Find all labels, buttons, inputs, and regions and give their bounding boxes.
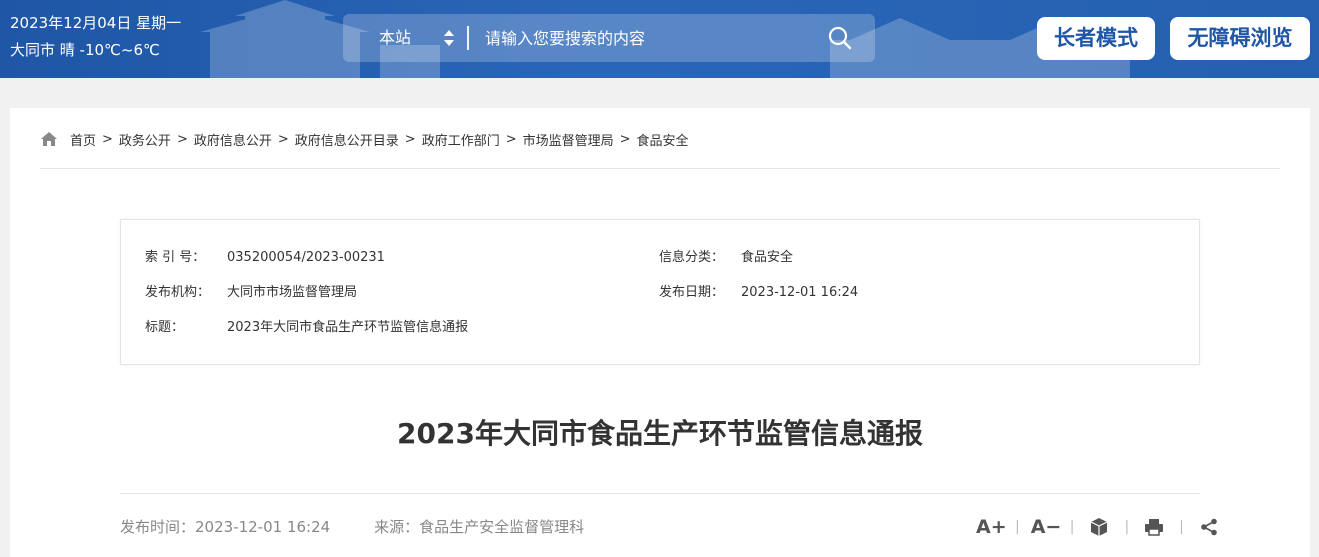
breadcrumb-separator: > bbox=[404, 131, 416, 147]
article-toolbar: A+ | A− | | | bbox=[976, 513, 1223, 541]
info-category-value: 食品安全 bbox=[741, 250, 794, 265]
search-icon[interactable] bbox=[825, 24, 855, 52]
breadcrumb-info-disclosure[interactable]: 政府信息公开 bbox=[194, 130, 272, 149]
content-card: 首页 > 政务公开 > 政府信息公开 > 政府信息公开目录 > 政府工作部门 >… bbox=[10, 108, 1310, 557]
doc-title-value: 2023年大同市食品生产环节监管信息通报 bbox=[227, 320, 469, 335]
search-input[interactable] bbox=[485, 23, 815, 53]
search-bar: 本站 bbox=[343, 14, 875, 62]
info-category-label: 信息分类： bbox=[659, 250, 725, 265]
breadcrumb-divider bbox=[40, 168, 1280, 169]
toolbar-separator: | bbox=[1069, 519, 1075, 535]
toolbar-separator: | bbox=[1124, 519, 1130, 535]
print-icon[interactable] bbox=[1140, 518, 1168, 536]
share-icon[interactable] bbox=[1195, 518, 1223, 536]
cube-icon[interactable] bbox=[1085, 517, 1113, 537]
breadcrumb-separator: > bbox=[176, 131, 188, 147]
publish-date-value: 2023-12-01 16:24 bbox=[741, 285, 859, 300]
up-down-arrow-icon[interactable] bbox=[443, 28, 455, 48]
font-larger-button[interactable]: A+ bbox=[976, 516, 1007, 538]
index-number-label: 索 引 号： bbox=[145, 250, 206, 265]
breadcrumb-food-safety[interactable]: 食品安全 bbox=[637, 130, 689, 149]
article-meta: 发布时间：2023-12-01 16:24 来源：食品生产安全监督管理科 bbox=[120, 516, 584, 538]
toolbar-separator: | bbox=[1015, 519, 1020, 535]
breadcrumb: 首页 > 政务公开 > 政府信息公开 > 政府信息公开目录 > 政府工作部门 >… bbox=[40, 129, 689, 149]
publisher-value: 大同市市场监督管理局 bbox=[227, 285, 358, 300]
info-metadata-box: 索 引 号： 035200054/2023-00231 信息分类： 食品安全 发… bbox=[120, 219, 1200, 365]
article-source: 来源：食品生产安全监督管理科 bbox=[374, 518, 585, 536]
search-scope-select[interactable]: 本站 bbox=[379, 14, 411, 62]
article-title: 2023年大同市食品生产环节监管信息通报 bbox=[397, 417, 923, 450]
publish-time: 发布时间：2023-12-01 16:24 bbox=[120, 518, 331, 536]
breadcrumb-gov-affairs[interactable]: 政务公开 bbox=[119, 130, 171, 149]
publish-date-label: 发布日期： bbox=[659, 285, 725, 300]
current-date: 2023年12月04日 星期一 bbox=[10, 14, 182, 32]
accessible-browse-button[interactable]: 无障碍浏览 bbox=[1170, 17, 1310, 60]
breadcrumb-separator: > bbox=[102, 131, 113, 147]
title-divider bbox=[120, 493, 1200, 494]
breadcrumb-separator: > bbox=[505, 131, 517, 147]
breadcrumb-home[interactable]: 首页 bbox=[70, 130, 96, 149]
top-header: 2023年12月04日 星期一 大同市 晴 -10℃~6℃ 本站 长者模式 无障… bbox=[0, 0, 1319, 78]
breadcrumb-gov-departments[interactable]: 政府工作部门 bbox=[422, 130, 500, 149]
font-smaller-button[interactable]: A− bbox=[1031, 516, 1062, 538]
home-icon[interactable] bbox=[40, 131, 58, 147]
breadcrumb-separator: > bbox=[277, 131, 289, 147]
breadcrumb-disclosure-catalog[interactable]: 政府信息公开目录 bbox=[295, 130, 399, 149]
elder-mode-button[interactable]: 长者模式 bbox=[1037, 17, 1155, 60]
publisher-label: 发布机构： bbox=[145, 285, 211, 300]
index-number-value: 035200054/2023-00231 bbox=[227, 250, 385, 265]
date-weather-block: 2023年12月04日 星期一 大同市 晴 -10℃~6℃ bbox=[10, 10, 181, 64]
doc-title-label: 标题： bbox=[145, 320, 185, 335]
breadcrumb-market-regulation[interactable]: 市场监督管理局 bbox=[523, 130, 614, 149]
search-divider bbox=[467, 26, 469, 50]
breadcrumb-separator: > bbox=[619, 131, 631, 147]
weather-info: 大同市 晴 -10℃~6℃ bbox=[10, 41, 160, 59]
toolbar-separator: | bbox=[1179, 519, 1184, 535]
